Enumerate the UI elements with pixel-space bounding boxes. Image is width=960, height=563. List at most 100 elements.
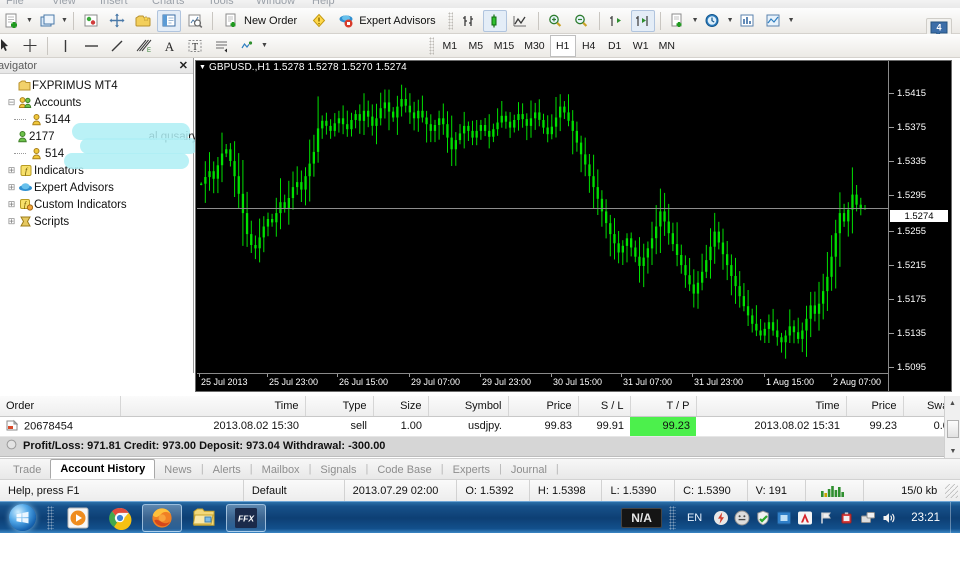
taskbar-item-fxprimus[interactable]: FFX [226,503,266,532]
bar-chart-icon[interactable] [457,10,481,32]
menu-item-help[interactable]: Help [312,0,335,7]
new-chart-icon[interactable] [0,10,24,32]
profiles-icon[interactable] [35,10,59,32]
expander-icon-ea[interactable]: ⊞ [6,182,17,193]
timeframe-h4[interactable]: H4 [576,35,602,57]
menu-item-charts[interactable]: Charts [152,0,184,7]
text-label-icon[interactable]: T [183,35,207,57]
tab-signals[interactable]: Signals [311,460,365,479]
expander-icon-indicators[interactable]: ⊞ [6,165,17,176]
period-icon[interactable] [701,10,725,32]
language-indicator[interactable]: EN [679,512,710,524]
shapes-dropdown-icon[interactable]: ▼ [260,35,269,57]
time-axis[interactable]: 25 Jul 2013 25 Jul 23:00 26 Jul 15:00 29… [197,373,888,391]
scroll-up-icon[interactable]: ▲ [945,396,960,410]
new-order-button[interactable]: New Order [217,10,306,32]
sidebar-item-scripts[interactable]: ⊞ Scripts [0,213,193,230]
volume-icon[interactable] [878,507,899,528]
profiles-dropdown-icon[interactable]: ▼ [60,10,69,32]
cursor-icon[interactable] [0,35,16,57]
flag-icon[interactable] [815,507,836,528]
col-order[interactable]: Order [0,396,121,417]
navigator-title-bar[interactable]: Navigator ✕ [0,58,193,74]
timeframe-m15[interactable]: M15 [489,35,519,57]
timeframe-mn[interactable]: MN [654,35,680,57]
col-sl[interactable]: S / L [578,396,631,417]
close-icon[interactable]: ✕ [179,59,188,73]
col-close-time[interactable]: Time [696,396,847,417]
strategy-tester-icon[interactable] [183,10,207,32]
timeframe-grip[interactable] [428,36,434,55]
tray-grip[interactable] [668,505,676,530]
menu-item-window[interactable]: Window [256,0,295,7]
smiley-icon[interactable] [731,507,752,528]
network-icon[interactable] [857,507,878,528]
taskbar-item-chrome[interactable] [100,504,140,532]
scroll-down-icon[interactable]: ▼ [945,444,960,458]
taskbar-item-explorer[interactable] [184,504,224,532]
crosshair-icon[interactable] [18,35,42,57]
toolbar-grip[interactable] [447,11,453,30]
col-tp[interactable]: T / P [630,396,697,417]
col-type[interactable]: Type [305,396,374,417]
col-open-time[interactable]: Time [120,396,306,417]
shapes-icon[interactable] [235,35,259,57]
menu-item-file[interactable]: File [6,0,24,7]
expander-icon-ci[interactable]: ⊞ [6,199,17,210]
taskbar-item-firefox[interactable] [142,503,182,532]
scrollbar-thumb[interactable] [947,420,959,438]
shield-check-icon[interactable] [752,507,773,528]
sidebar-item-custom-indicators[interactable]: ⊞ f Custom Indicators [0,196,193,213]
timeframe-m1[interactable]: M1 [437,35,463,57]
zoom-in-icon[interactable] [544,10,568,32]
new-chart-dropdown-icon[interactable]: ▼ [25,10,34,32]
expander-icon-accounts[interactable]: ⊟ [6,97,17,108]
crosshair-dropdown-icon[interactable]: ▼ [787,10,796,32]
chart-shift-icon[interactable] [630,9,655,32]
status-template[interactable]: Default [242,479,345,502]
flash-icon[interactable] [710,507,731,528]
col-size[interactable]: Size [373,396,429,417]
col-open-price[interactable]: Price [508,396,579,417]
navigator-root-item[interactable]: FXPRIMUS MT4 [0,77,193,94]
tab-experts[interactable]: Experts [444,460,499,479]
market-watch-icon[interactable] [79,10,103,32]
resize-grip[interactable] [945,483,958,498]
col-close-price[interactable]: Price [846,396,904,417]
avira-icon[interactable] [794,507,815,528]
col-symbol[interactable]: Symbol [428,396,509,417]
signal-bars-icon[interactable] [806,479,864,502]
templates-dropdown-icon[interactable]: ▼ [691,10,700,32]
line-chart-icon[interactable] [509,10,533,32]
timeframe-m5[interactable]: M5 [463,35,489,57]
alert-icon[interactable] [307,10,331,32]
tab-code-base[interactable]: Code Base [368,460,440,479]
timeframe-h1[interactable]: H1 [549,34,576,57]
data-window-icon[interactable] [105,10,129,32]
sidebar-item-expert-advisors[interactable]: ⊞ Expert Advisors [0,179,193,196]
tab-news[interactable]: News [155,460,201,479]
arrows-icon[interactable] [209,35,233,57]
start-button[interactable] [0,502,44,534]
taskbar-grip[interactable] [47,505,54,530]
timeframe-w1[interactable]: W1 [628,35,654,57]
table-scrollbar[interactable]: ▲ ▼ [944,396,960,458]
terminal-icon[interactable] [157,9,181,32]
tab-journal[interactable]: Journal [502,460,556,479]
candlestick-chart-icon[interactable] [482,9,507,32]
tab-alerts[interactable]: Alerts [204,460,250,479]
tab-trade[interactable]: Trade [4,460,50,479]
auto-scroll-icon[interactable] [605,10,629,32]
trendline-icon[interactable] [105,35,129,57]
zoom-out-icon[interactable] [570,10,594,32]
templates-icon[interactable] [666,10,690,32]
horizontal-line-icon[interactable] [79,35,103,57]
expert-advisors-button[interactable]: Expert Advisors [332,10,444,32]
tab-mailbox[interactable]: Mailbox [253,460,309,479]
fibonacci-icon[interactable]: E [131,35,155,57]
sidebar-item-accounts[interactable]: ⊟ Accounts [0,94,193,111]
tab-account-history[interactable]: Account History [50,459,156,479]
vertical-line-icon[interactable] [53,35,77,57]
expander-icon-scripts[interactable]: ⊞ [6,216,17,227]
navigator-icon[interactable] [131,10,155,32]
